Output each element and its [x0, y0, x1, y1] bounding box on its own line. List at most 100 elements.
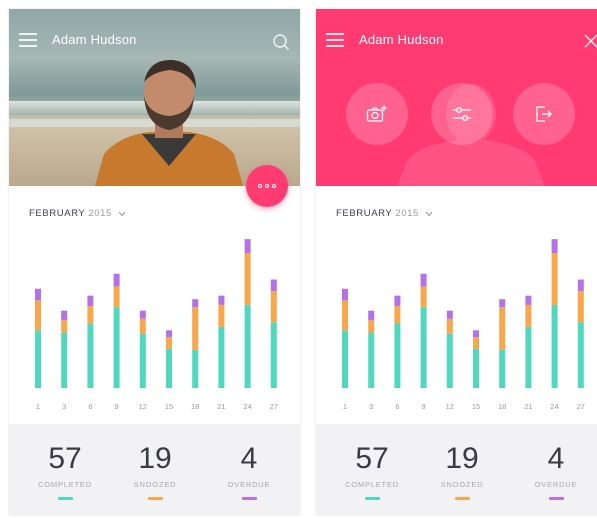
bar-overdue [342, 288, 348, 301]
x-tick-label: 12 [139, 402, 147, 411]
chevron-down-icon [118, 211, 126, 216]
more-button[interactable] [246, 165, 288, 207]
bar-overdue [577, 279, 584, 292]
bar-snoozed [551, 253, 558, 305]
bar-snoozed [368, 319, 375, 333]
bar-snoozed [218, 304, 225, 327]
sliders-icon [453, 106, 471, 122]
stat-snoozed: 19 SNOOZED [115, 424, 195, 500]
bar-overdue [473, 330, 479, 338]
search-icon[interactable] [272, 33, 290, 51]
bar-snoozed [342, 300, 348, 331]
menu-icon[interactable] [19, 33, 37, 47]
logout-icon [536, 106, 552, 122]
stat-overdue: 4 OVERDUE [516, 424, 596, 500]
stat-color-bar [548, 497, 564, 500]
bar-completed [368, 332, 375, 388]
x-tick-label: 21 [217, 402, 225, 411]
stat-label: SNOOZED [133, 480, 177, 489]
stat-label: COMPLETED [38, 480, 92, 489]
bar-snoozed [244, 253, 251, 305]
stat-label: OVERDUE [534, 480, 578, 489]
stat-completed: 57 COMPLETED [25, 424, 105, 500]
stat-value: 57 [48, 442, 82, 475]
bar-snoozed [270, 291, 277, 323]
bar-completed [577, 322, 584, 388]
bar-snoozed [577, 291, 584, 323]
add-photo-icon [366, 105, 387, 122]
bar-snoozed [525, 304, 532, 327]
bar-overdue [420, 273, 427, 287]
month-selector[interactable]: FEBRUARY 2015 [336, 208, 433, 219]
x-tick-label: 3 [62, 402, 66, 411]
x-tick-label: 1 [343, 402, 347, 411]
stat-completed: 57 COMPLETED [332, 424, 412, 500]
bar-overdue [551, 239, 558, 253]
logout-button[interactable] [513, 83, 575, 145]
bar-overdue [446, 310, 453, 319]
bar-completed [113, 307, 120, 388]
tasks-chart: 1 3 6 9 12 15 18 21 24 27 [35, 239, 278, 411]
bar-completed [35, 330, 41, 388]
month-selector[interactable]: FEBRUARY 2015 [29, 208, 126, 219]
x-tick-label: 15 [165, 402, 173, 411]
x-tick-label: 15 [472, 402, 480, 411]
bar-snoozed [473, 337, 479, 349]
bar-snoozed [35, 300, 41, 331]
stats-panel: 57 COMPLETED 19 SNOOZED 4 OVERDUE [316, 424, 597, 515]
stat-value: 4 [240, 442, 258, 475]
x-tick-label: 27 [577, 402, 585, 411]
bar-completed [525, 326, 532, 388]
x-tick-label: 6 [88, 402, 92, 411]
bar-overdue [87, 295, 94, 307]
bar-overdue [166, 330, 172, 338]
right-screen: Adam Hudson FEBRUARY 2015 13 6 9 12 15 1… [316, 9, 597, 515]
user-name: Adam Hudson [52, 32, 137, 47]
bar-overdue [35, 288, 41, 301]
month-label: FEBRUARY [29, 208, 86, 219]
x-tick-label: 18 [498, 402, 506, 411]
month-label: FEBRUARY [336, 208, 393, 219]
bar-completed [218, 326, 225, 388]
bar-snoozed [499, 307, 506, 350]
bar-overdue [270, 279, 277, 292]
menu-icon[interactable] [326, 33, 344, 47]
stat-color-bar [147, 497, 163, 500]
stat-value: 57 [355, 442, 389, 475]
bar-overdue [113, 273, 120, 287]
x-tick-label: 12 [446, 402, 454, 411]
year-label: 2015 [88, 208, 112, 219]
stat-color-bar [241, 497, 257, 500]
bar-completed [342, 330, 348, 388]
bar-completed [420, 307, 427, 388]
bar-completed [394, 323, 401, 388]
bar-snoozed [394, 306, 401, 324]
stats-panel: 57 COMPLETED 19 SNOOZED 4 OVERDUE [9, 424, 300, 515]
x-tick-label: 27 [270, 402, 278, 411]
bar-overdue [499, 299, 506, 308]
stat-snoozed: 19 SNOOZED [422, 424, 502, 500]
bar-overdue [368, 310, 375, 320]
settings-button[interactable] [431, 83, 493, 145]
close-icon[interactable] [583, 33, 597, 49]
bar-snoozed [61, 319, 68, 333]
user-name: Adam Hudson [359, 32, 444, 47]
bar-overdue [244, 239, 251, 253]
stat-value: 19 [138, 442, 172, 475]
bar-completed [499, 349, 506, 388]
profile-photo [94, 59, 244, 186]
stat-value: 19 [445, 442, 479, 475]
bar-snoozed [166, 337, 172, 349]
stat-label: COMPLETED [345, 480, 399, 489]
bar-snoozed [420, 286, 427, 308]
x-tick-label: 9 [422, 402, 426, 411]
more-icon [258, 184, 276, 188]
x-tick-label: 1 [36, 402, 40, 411]
bar-snoozed [87, 306, 94, 324]
add-photo-button[interactable] [346, 83, 408, 145]
tasks-chart: 1 3 6 9 12 15 18 21 24 27 [342, 239, 585, 411]
bar-overdue [394, 295, 401, 307]
x-tick-label: 24 [550, 402, 558, 411]
stat-color-bar [454, 497, 470, 500]
bar-completed [139, 333, 146, 388]
